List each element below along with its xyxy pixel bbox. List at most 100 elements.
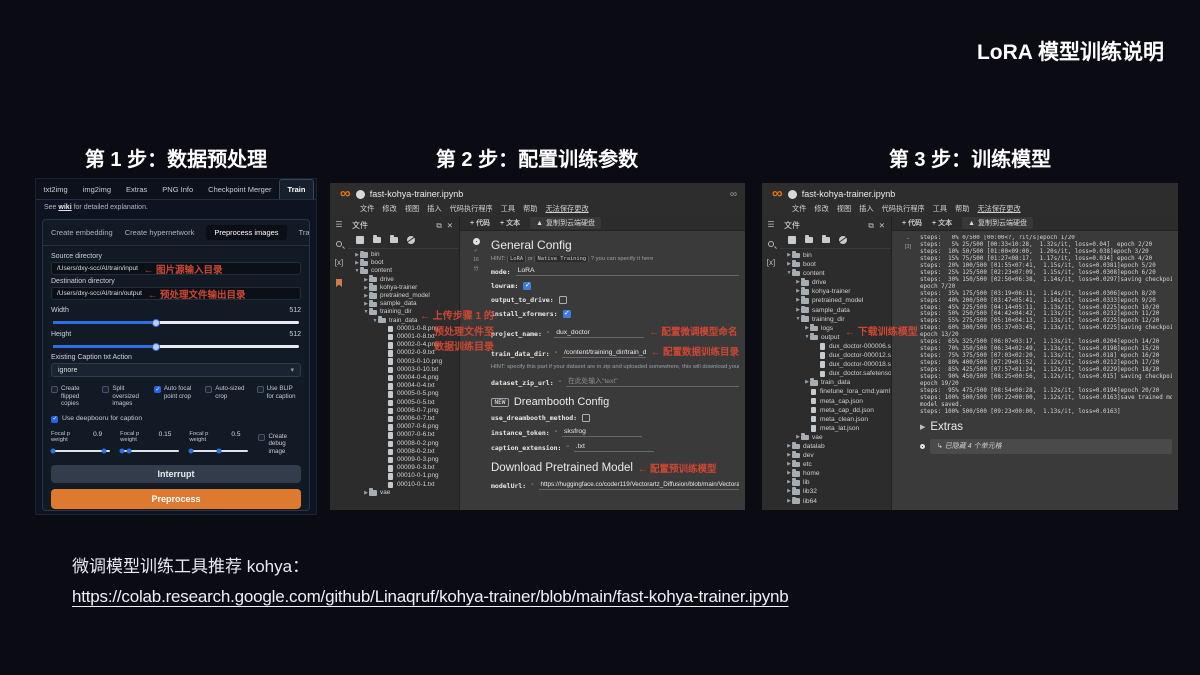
tree-item[interactable]: dux_doctor-000012.sa...: [782, 351, 891, 360]
create-debug-image-checkbox[interactable]: [258, 434, 265, 441]
upload-icon[interactable]: [390, 237, 398, 243]
tree-item[interactable]: 00010-0-1.txt: [350, 481, 459, 489]
menu-tools[interactable]: 工具: [933, 204, 947, 214]
menu-insert[interactable]: 插入: [427, 204, 441, 214]
colab-link[interactable]: https://colab.research.google.com/github…: [72, 587, 789, 607]
tree-item[interactable]: 00005-0-5.png: [350, 390, 459, 398]
slider-thumb[interactable]: [189, 449, 194, 454]
tree-item[interactable]: ▶boot: [350, 259, 459, 267]
install-xformers-checkbox[interactable]: [563, 310, 571, 318]
tab-train[interactable]: Train: [279, 179, 314, 199]
tree-item[interactable]: ▶sample_data: [350, 300, 459, 308]
slider-thumb[interactable]: [119, 449, 124, 454]
menu-help[interactable]: 帮助: [523, 204, 537, 214]
menu-runtime[interactable]: 代码执行程序: [450, 204, 493, 214]
hide-icon[interactable]: [839, 236, 847, 244]
tree-item[interactable]: 00008-0-2.txt: [350, 448, 459, 456]
tree-item[interactable]: 00009-0-3.png: [350, 456, 459, 464]
tree-item[interactable]: ▶lib: [782, 478, 891, 487]
open-in-tab-icon[interactable]: ⧉: [868, 221, 873, 231]
add-text-button[interactable]: + 文本: [932, 218, 952, 228]
tree-item[interactable]: meta_cap_dd.json: [782, 406, 891, 415]
new-file-icon[interactable]: [788, 236, 796, 244]
interrupt-button[interactable]: Interrupt: [51, 465, 301, 483]
project-name-input[interactable]: dux_doctor: [554, 329, 644, 338]
menu-edit[interactable]: 修改: [814, 204, 828, 214]
tree-item[interactable]: ▶sample_data: [782, 306, 891, 315]
tree-item[interactable]: 00003-0-10.txt: [350, 366, 459, 374]
save-status[interactable]: 无法保存更改: [977, 204, 1020, 214]
slider-thumb[interactable]: [216, 449, 221, 454]
focal-weight-slider[interactable]: [189, 450, 248, 452]
width-slider[interactable]: [53, 321, 299, 324]
split-oversized-images-checkbox[interactable]: [102, 386, 109, 393]
expand-arrow-icon[interactable]: ▶: [920, 423, 925, 431]
notebook-filename[interactable]: fast-kohya-trainer.ipynb: [802, 189, 896, 199]
tree-item[interactable]: ▶pretrained_model: [782, 296, 891, 305]
menu-tools[interactable]: 工具: [501, 204, 515, 214]
tree-item[interactable]: 00006-0-7.txt: [350, 415, 459, 423]
tree-item[interactable]: 00004-0-4.png: [350, 374, 459, 382]
tab-png-info[interactable]: PNG Info: [155, 179, 201, 199]
tree-item[interactable]: ▶drive: [350, 276, 459, 284]
mode-select[interactable]: LoRA: [516, 267, 739, 276]
tree-item[interactable]: ▶dev: [782, 451, 891, 460]
tab-txt2img[interactable]: txt2img: [36, 179, 75, 199]
upload-icon[interactable]: [822, 237, 830, 243]
close-icon[interactable]: ✕: [447, 221, 453, 230]
close-icon[interactable]: ✕: [879, 221, 885, 230]
add-code-button[interactable]: + 代码: [470, 218, 490, 228]
tab-img2img[interactable]: img2img: [75, 179, 118, 199]
new-folder-icon[interactable]: [373, 237, 381, 243]
tab-extras[interactable]: Extras: [119, 179, 155, 199]
tree-item[interactable]: meta_cap.json: [782, 397, 891, 406]
source-directory-input[interactable]: /Users/dxy-scc/AI/train/input ← 图片源输入目录: [51, 262, 301, 275]
tree-item[interactable]: ▶kohya-trainer: [350, 284, 459, 292]
tree-item[interactable]: 00006-0-7.png: [350, 407, 459, 415]
menu-edit[interactable]: 修改: [382, 204, 396, 214]
tree-item[interactable]: ▶kohya-trainer: [782, 287, 891, 296]
tree-item[interactable]: ▶pretrained_model: [350, 292, 459, 300]
auto-focal-point-crop-checkbox[interactable]: [154, 386, 161, 393]
caption-extension-input[interactable]: .txt: [574, 443, 654, 452]
subtab-preprocess-images[interactable]: Preprocess images: [206, 225, 286, 240]
tree-item[interactable]: ▶etc: [782, 460, 891, 469]
focal-weight-slider[interactable]: [120, 450, 179, 452]
tree-item[interactable]: ▶vae: [782, 433, 891, 442]
menu-icon[interactable]: ☰: [767, 221, 774, 229]
save-status[interactable]: 无法保存更改: [545, 204, 588, 214]
open-in-tab-icon[interactable]: ⧉: [436, 221, 441, 231]
tab-checkpoint-merger[interactable]: Checkpoint Merger: [201, 179, 279, 199]
tree-item[interactable]: ▶datalab: [782, 442, 891, 451]
variables-icon[interactable]: [x]: [335, 259, 343, 267]
output-to-drive-checkbox[interactable]: [559, 296, 567, 304]
tree-item[interactable]: ▶boot: [782, 260, 891, 269]
tree-item[interactable]: ▼content: [782, 269, 891, 278]
tree-item[interactable]: 00008-0-2.png: [350, 440, 459, 448]
run-cell-button[interactable]: [473, 238, 480, 245]
copy-to-drive-button[interactable]: ▲复制到云端硬盘: [962, 217, 1033, 229]
search-icon[interactable]: [336, 241, 342, 247]
slider-thumb[interactable]: [50, 449, 55, 454]
tree-item[interactable]: ▶lib32: [782, 487, 891, 496]
search-icon[interactable]: [768, 241, 774, 247]
menu-file[interactable]: 文件: [360, 204, 374, 214]
tree-item[interactable]: 00010-0-1.png: [350, 472, 459, 480]
tree-item[interactable]: 00005-0-5.txt: [350, 399, 459, 407]
bookmark-icon[interactable]: [336, 279, 342, 287]
height-slider[interactable]: [53, 345, 299, 348]
menu-insert[interactable]: 插入: [859, 204, 873, 214]
wiki-link[interactable]: wiki: [58, 204, 71, 211]
use-dreambooth-checkbox[interactable]: [582, 414, 590, 422]
use-blip-for-caption-checkbox[interactable]: [257, 386, 264, 393]
subtab-train[interactable]: Train: [299, 228, 310, 237]
tree-item[interactable]: ▼training_dir: [782, 315, 891, 324]
tree-item[interactable]: ▶vae: [350, 489, 459, 497]
collapse-arrow-icon[interactable]: ⌄: [906, 235, 910, 241]
tree-item[interactable]: 00007-0-6.png: [350, 423, 459, 431]
dataset-zip-url-input[interactable]: 在此处输入"text": [566, 375, 739, 387]
tree-item[interactable]: ▼content: [350, 267, 459, 275]
destination-directory-input[interactable]: /Users/dxy-scc/AI/train/output ← 预处理文件输出…: [51, 287, 301, 300]
menu-view[interactable]: 视图: [837, 204, 851, 214]
menu-runtime[interactable]: 代码执行程序: [882, 204, 925, 214]
